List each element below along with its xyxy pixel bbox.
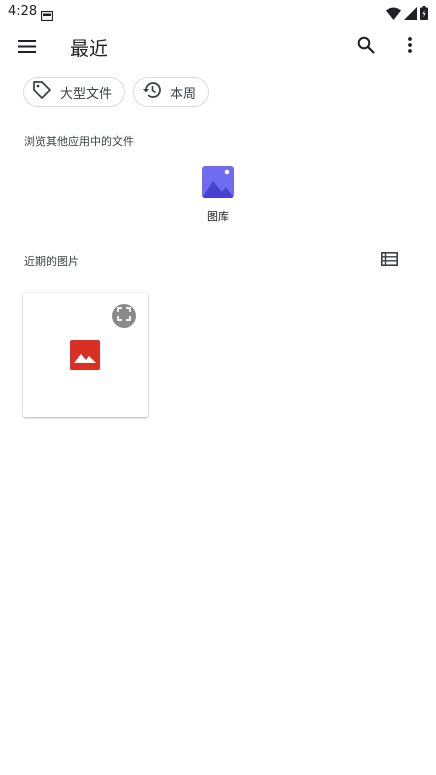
gallery-app-tile[interactable]: 图库 [188, 166, 248, 224]
battery-icon [420, 5, 428, 24]
app-bar: 最近 [0, 24, 436, 70]
signal-icon [404, 5, 417, 24]
chip-this-week-label: 本周 [170, 86, 197, 102]
menu-button[interactable] [14, 34, 40, 60]
search-icon [357, 36, 375, 58]
chip-this-week[interactable]: 本周 [133, 77, 210, 107]
tag-icon [32, 80, 52, 104]
recent-image-card[interactable] [23, 293, 148, 417]
fullscreen-icon [116, 306, 132, 326]
list-view-icon [380, 251, 398, 270]
notification-icon [40, 6, 54, 22]
search-button[interactable] [353, 34, 379, 60]
gallery-app-icon [202, 166, 234, 198]
status-bar: 4:28 [0, 0, 436, 24]
more-options-button[interactable] [398, 34, 422, 60]
list-view-toggle-button[interactable] [379, 250, 399, 270]
gallery-app-label: 图库 [207, 210, 229, 223]
page-title: 最近 [70, 38, 109, 60]
browse-apps-heading: 浏览其他应用中的文件 [24, 135, 134, 148]
image-file-icon [70, 340, 100, 370]
chip-large-files-label: 大型文件 [60, 86, 113, 102]
chip-large-files[interactable]: 大型文件 [23, 77, 126, 107]
status-time: 4:28 [8, 4, 38, 19]
history-icon [142, 80, 162, 104]
filter-chips: 大型文件 本周 [23, 77, 210, 107]
expand-preview-button[interactable] [112, 304, 136, 328]
wifi-icon [386, 5, 401, 24]
recent-images-heading: 近期的图片 [24, 255, 79, 268]
more-vert-icon [408, 37, 412, 57]
menu-icon [18, 38, 36, 57]
